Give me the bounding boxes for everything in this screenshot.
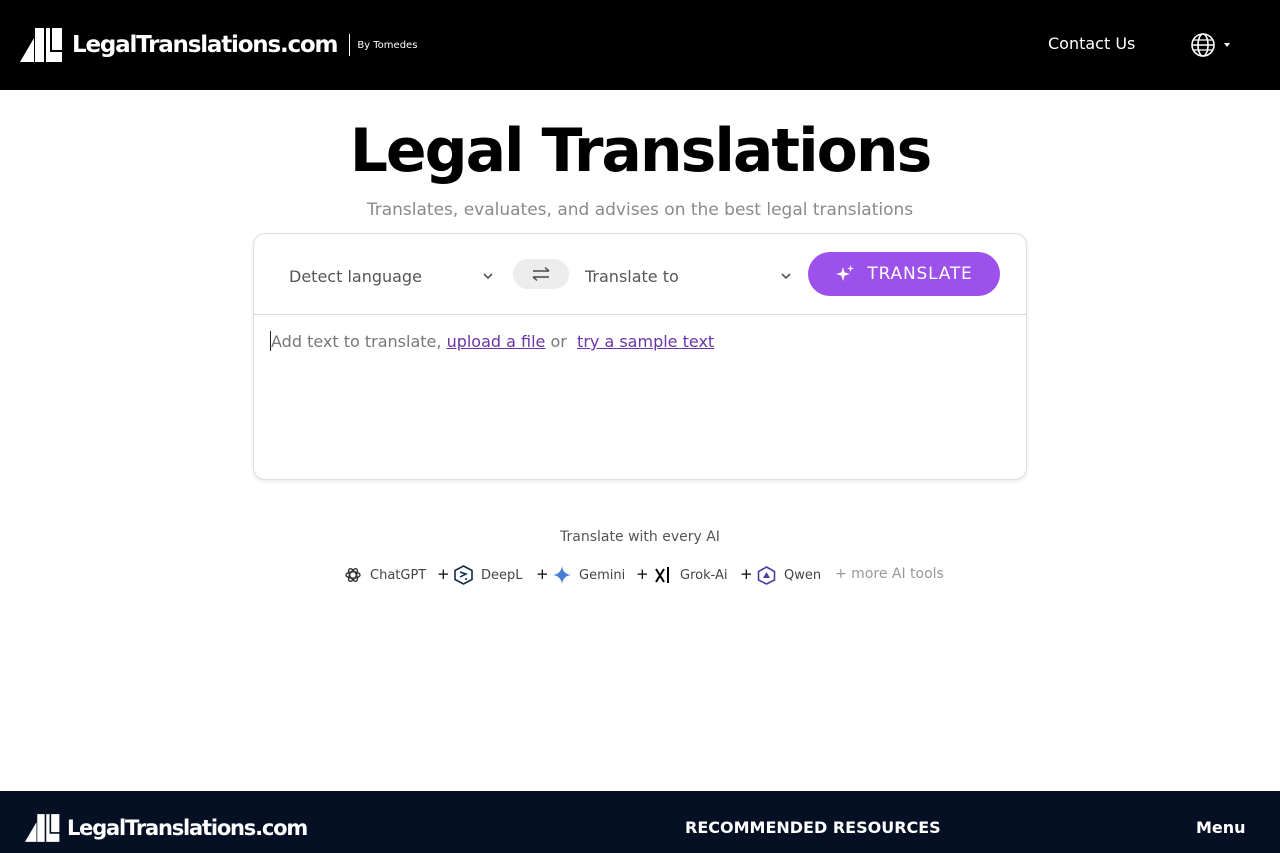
footer-logo[interactable]: LegalTranslations.com — [25, 814, 308, 842]
ai-tool-label: DeepL — [481, 567, 523, 583]
chatgpt-icon — [345, 568, 361, 582]
qwen-icon — [757, 565, 776, 585]
target-language-value: Translate to — [585, 266, 679, 286]
source-text-input[interactable]: Add text to translate, upload a file or … — [270, 331, 714, 351]
site-logo[interactable]: LegalTranslations.com By Tomedes — [20, 28, 417, 62]
ai-tool-grok: Grok-Ai — [654, 563, 728, 587]
sparkle-icon — [836, 265, 855, 281]
contact-us-link[interactable]: Contact Us — [1048, 34, 1135, 53]
swap-languages-button[interactable] — [513, 259, 569, 289]
translator-toolbar: Detect language Translate to TRANSLATE — [254, 234, 1026, 315]
chevron-down-icon — [483, 273, 493, 280]
footer-logo-text: LegalTranslations.com — [67, 816, 308, 840]
translate-button-label: TRANSLATE — [867, 264, 973, 284]
logo-mark-icon — [25, 814, 60, 842]
grok-icon — [655, 567, 669, 583]
plus-separator: + — [636, 565, 649, 583]
page-subtitle: Translates, evaluates, and advises on th… — [366, 200, 914, 220]
logo-mark-icon — [20, 28, 62, 62]
ai-tool-label: ChatGPT — [370, 567, 427, 583]
ai-tool-chatgpt: ChatGPT — [344, 563, 426, 587]
target-language-select[interactable]: Translate to — [585, 256, 792, 296]
ai-tool-label: Qwen — [784, 567, 822, 583]
ai-tool-label: Gemini — [579, 567, 626, 583]
sample-text-link[interactable]: try a sample text — [577, 332, 714, 351]
caret-down-icon — [1224, 43, 1230, 47]
top-navigation-bar: LegalTranslations.com By Tomedes Contact… — [0, 0, 1280, 90]
logo-text: LegalTranslations.com — [72, 32, 339, 58]
translator-card: Detect language Translate to TRANSLATE A… — [253, 233, 1027, 480]
swap-arrows-icon — [532, 266, 550, 282]
more-ai-tools: + more AI tools — [835, 566, 944, 582]
source-language-select[interactable]: Detect language — [289, 256, 494, 296]
ai-tools-list: ChatGPT + DeepL + Gemini + Grok-Ai + Qwe… — [0, 563, 1280, 587]
ai-tool-deepl: DeepL — [454, 563, 523, 587]
input-placeholder: Add text to translate, — [271, 332, 442, 351]
globe-icon — [1191, 33, 1215, 57]
ai-tool-label: Grok-Ai — [680, 567, 728, 583]
ai-tools-heading: Translate with every AI — [560, 529, 720, 545]
chevron-down-icon — [781, 273, 791, 280]
page-title: Legal Translations — [349, 116, 933, 186]
logo-byline: By Tomedes — [357, 39, 418, 51]
footer-bar: LegalTranslations.com RECOMMENDED RESOUR… — [0, 791, 1280, 853]
gemini-icon — [553, 566, 571, 584]
footer-menu-toggle[interactable]: Menu — [1196, 818, 1246, 837]
translate-button[interactable]: TRANSLATE — [808, 252, 1000, 296]
plus-separator: + — [740, 565, 753, 583]
ai-tool-qwen: Qwen — [757, 563, 821, 587]
recommended-resources-toggle[interactable]: RECOMMENDED RESOURCES — [685, 818, 941, 837]
deepl-icon — [454, 565, 473, 585]
ai-tool-gemini: Gemini — [553, 563, 625, 587]
source-language-value: Detect language — [289, 266, 422, 286]
plus-separator: + — [536, 565, 549, 583]
plus-separator: + — [437, 565, 450, 583]
upload-file-link[interactable]: upload a file — [447, 332, 546, 351]
or-text: or — [550, 332, 567, 351]
language-selector[interactable] — [1190, 32, 1234, 58]
logo-divider — [349, 34, 351, 56]
